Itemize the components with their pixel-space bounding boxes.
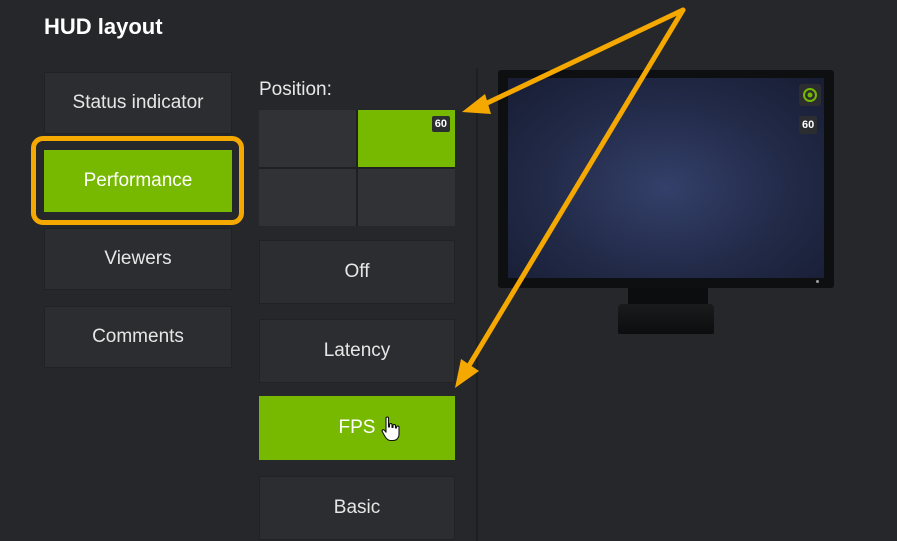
position-bottom-right[interactable] bbox=[358, 169, 455, 226]
category-performance[interactable]: Performance bbox=[44, 150, 232, 212]
category-label: Performance bbox=[83, 170, 193, 191]
category-label: Status indicator bbox=[72, 92, 204, 113]
category-label: Comments bbox=[92, 326, 184, 347]
fps-badge: 60 bbox=[431, 116, 450, 132]
monitor-stand-base bbox=[618, 304, 714, 334]
mode-fps-button[interactable]: FPS bbox=[259, 396, 455, 460]
mode-label: Basic bbox=[333, 497, 381, 518]
status-indicator-icon bbox=[799, 84, 821, 106]
mode-label: FPS bbox=[338, 417, 376, 438]
page-title: HUD layout bbox=[44, 14, 163, 39]
position-top-left[interactable] bbox=[259, 110, 356, 167]
position-bottom-left[interactable] bbox=[259, 169, 356, 226]
category-label: Viewers bbox=[104, 248, 172, 269]
category-status-indicator[interactable]: Status indicator bbox=[44, 72, 232, 134]
mode-latency-button[interactable]: Latency bbox=[259, 319, 455, 383]
power-led bbox=[816, 280, 819, 283]
mode-label: Off bbox=[344, 261, 370, 282]
mode-basic-button[interactable]: Basic bbox=[259, 476, 455, 540]
mode-label: Latency bbox=[323, 340, 391, 361]
hand-cursor-icon bbox=[381, 416, 400, 442]
mode-off-button[interactable]: Off bbox=[259, 240, 455, 304]
monitor-screen bbox=[508, 78, 824, 278]
monitor-preview bbox=[498, 70, 834, 288]
preview-fps-badge: 60 bbox=[799, 116, 818, 134]
position-top-right[interactable]: 60 bbox=[358, 110, 455, 167]
position-grid: 60 bbox=[259, 110, 455, 226]
panel-divider bbox=[476, 68, 478, 541]
category-comments[interactable]: Comments bbox=[44, 306, 232, 368]
category-viewers[interactable]: Viewers bbox=[44, 228, 232, 290]
position-label: Position: bbox=[259, 79, 332, 100]
